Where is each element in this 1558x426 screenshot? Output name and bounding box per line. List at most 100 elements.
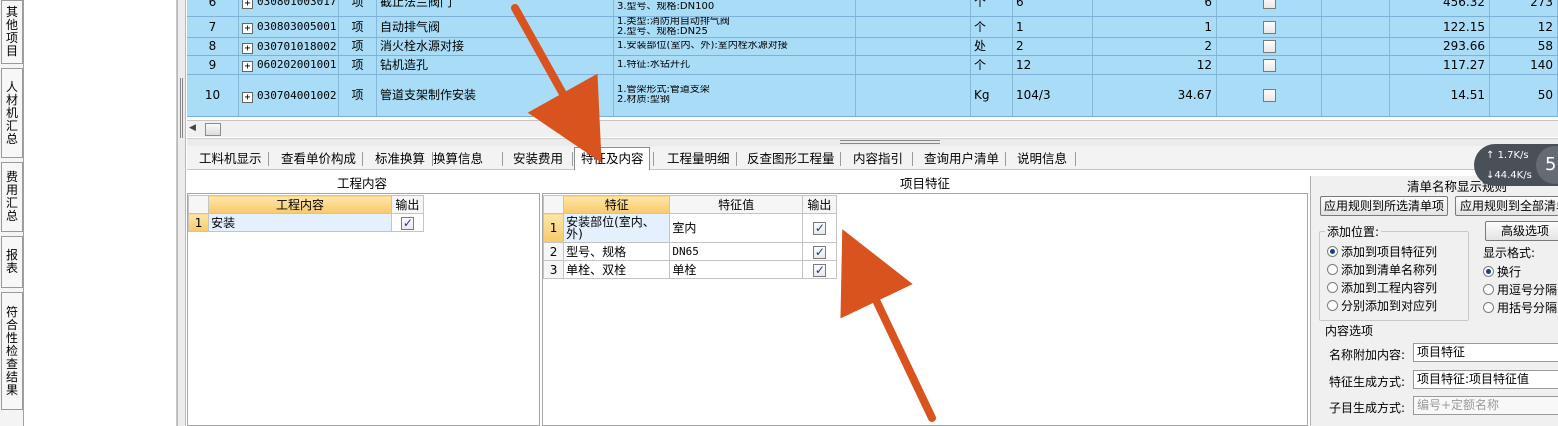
grid-cell-price[interactable]: 122.15 [1390,17,1490,37]
tab-4[interactable]: 安装费用 [507,149,569,169]
grid-cell-unit[interactable]: 处 [971,38,1013,55]
feature-gen-select[interactable]: 项目特征:项目特征值 [1413,370,1558,389]
column-header-feature-value[interactable]: 特征值 [669,195,803,214]
grid-cell-unit[interactable]: 个 [971,17,1013,37]
side-tab-material-summary[interactable]: 人材机汇总 [1,68,23,158]
grid-cell-chk[interactable] [1217,38,1322,55]
grid-cell-code[interactable]: +030704001002 [239,75,339,116]
grid-cell-name[interactable]: 截止法兰阀门 [377,0,614,16]
tab-1[interactable]: 查看单价构成 [275,149,359,169]
tab-8[interactable]: 内容指引 [847,149,909,169]
grid-cell-num[interactable]: 9 [187,56,239,74]
grid-cell-unit-type[interactable]: 项 [339,0,377,16]
radio-format-bracket[interactable]: 用括号分隔 [1483,300,1557,316]
feature-value-cell[interactable]: 室内 [669,213,803,243]
grid-cell-expr[interactable]: 12 [1013,56,1093,74]
grid-cell-num[interactable]: 7 [187,17,239,37]
grid-cell-unit-type[interactable]: 项 [339,75,377,116]
grid-row[interactable]: 10 +030704001002 项 管道支架制作安装 1.管架形式:管道支架 2.材质:… [187,75,1558,117]
horizontal-scrollbar[interactable]: ◀ [187,120,1558,137]
grid-cell-unit[interactable]: 个 [971,56,1013,74]
grid-cell-expr[interactable]: 6 [1013,0,1093,16]
grid-cell-expr[interactable]: 1 [1013,17,1093,37]
tab-0[interactable]: 工料机显示 [193,149,265,169]
apply-to-all-button[interactable]: 应用规则到全部清单 [1455,196,1558,216]
grid-cell-blank2[interactable] [1322,0,1390,16]
grid-row[interactable]: 8 +030701018002 项 消火栓水源对接 1.安装部位(室内、外):室内栓水源… [187,38,1558,56]
output-cell[interactable] [801,242,838,261]
grid-cell-price[interactable]: 14.51 [1390,75,1490,116]
grid-row[interactable]: 6 +030801003017 项 截止法兰阀门 2.规格形式:法兰3.型号、规格:DN… [187,0,1558,17]
grid-cell-unit[interactable]: Kg [971,75,1013,116]
expand-plus-icon[interactable]: + [242,23,253,34]
grid-cell-name[interactable]: 自动排气阀 [377,17,614,37]
side-tab-compliance-check[interactable]: 符合性检查结果 [1,292,23,410]
grid-cell-chk[interactable] [1217,75,1322,116]
feature-cell[interactable]: 安装部位(室内、外) [563,213,671,243]
output-checkbox[interactable] [812,262,826,278]
grid-cell-blank1[interactable] [856,0,971,16]
radio-format-newline[interactable]: 换行 [1483,264,1521,280]
expand-plus-icon[interactable]: + [242,61,253,72]
radio-add-to-name-col[interactable]: 添加到清单名称列 [1327,262,1437,278]
row-checkbox[interactable] [1262,59,1276,72]
side-tab-other-items[interactable]: 其他项目 [1,0,23,64]
feature-value-cell[interactable]: DN65 [669,242,803,261]
horizontal-splitter[interactable] [187,138,1558,146]
output-checkbox[interactable] [812,244,826,260]
grid-cell-code[interactable]: +030803005001 [239,17,339,37]
grid-cell-qty[interactable]: 1 [1093,17,1217,37]
scroll-left-arrow-icon[interactable]: ◀ [189,123,196,133]
grid-cell-chk[interactable] [1217,0,1322,16]
output-cell[interactable] [801,260,838,279]
output-checkbox[interactable] [400,215,414,231]
work-content-cell[interactable]: 安装 [208,213,392,232]
grid-cell-blank2[interactable] [1322,75,1390,116]
table-row[interactable]: 2 型号、规格 DN65 [542,242,838,261]
row-checkbox[interactable] [1262,89,1276,102]
vertical-splitter[interactable] [177,0,186,426]
tab-10[interactable]: 说明信息 [1011,149,1071,169]
grid-cell-code[interactable]: +060202001001 [239,56,339,74]
output-cell[interactable] [801,213,838,243]
grid-cell-features[interactable]: 1.管架形式:管道支架 2.材质:型钢 [614,75,856,116]
scrollbar-thumb[interactable] [205,123,221,136]
expand-plus-icon[interactable]: + [242,43,253,54]
grid-cell-expr[interactable]: 104/3 [1013,75,1093,116]
table-row[interactable]: 3 单栓、双栓 单栓 [542,260,838,279]
row-checkbox[interactable] [1262,40,1276,53]
grid-cell-price[interactable]: 293.66 [1390,38,1490,55]
output-cell[interactable] [390,213,425,232]
grid-cell-qty[interactable]: 34.67 [1093,75,1217,116]
grid-cell-code[interactable]: +030701018002 [239,38,339,55]
tab-9[interactable]: 查询用户清单 [918,149,1002,169]
row-checkbox[interactable] [1262,0,1276,9]
grid-cell-qty[interactable]: 6 [1093,0,1217,16]
grid-cell-total[interactable]: 140 [1490,56,1558,74]
grid-cell-blank1[interactable] [856,17,971,37]
grid-cell-chk[interactable] [1217,56,1322,74]
grid-cell-total[interactable]: 12 [1490,17,1558,37]
grid-cell-features[interactable]: 1.类型:消防用自动排气阀 2.型号、规格:DN25 [614,17,856,37]
grid-cell-blank1[interactable] [856,56,971,74]
grid-cell-features[interactable]: 1.安装部位(室内、外):室内栓水源对接 [614,38,856,55]
name-append-select[interactable]: 项目特征 [1413,343,1558,362]
radio-add-to-feature-col[interactable]: 添加到项目特征列 [1327,244,1437,260]
grid-cell-blank1[interactable] [856,75,971,116]
column-header-feature[interactable]: 特征 [563,195,671,214]
row-checkbox[interactable] [1262,21,1276,34]
tab-2[interactable]: 标准换算 [369,149,429,169]
child-gen-select[interactable]: 编号+定额名称 [1413,396,1558,415]
grid-cell-total[interactable]: 273 [1490,0,1558,16]
grid-cell-total[interactable]: 50 [1490,75,1558,116]
advanced-options-button[interactable]: 高级选项 [1485,221,1558,241]
grid-cell-price[interactable]: 117.27 [1390,56,1490,74]
grid-cell-unit-type[interactable]: 项 [339,56,377,74]
feature-cell[interactable]: 型号、规格 [563,242,671,261]
apply-to-selected-button[interactable]: 应用规则到所选清单项 [1320,196,1448,216]
grid-cell-chk[interactable] [1217,17,1322,37]
speed-badge[interactable]: 5 [1536,146,1558,184]
grid-cell-total[interactable]: 58 [1490,38,1558,55]
grid-row[interactable]: 7 +030803005001 项 自动排气阀 1.类型:消防用自动排气阀 2.型号、规格… [187,17,1558,38]
expand-plus-icon[interactable]: + [242,0,253,9]
